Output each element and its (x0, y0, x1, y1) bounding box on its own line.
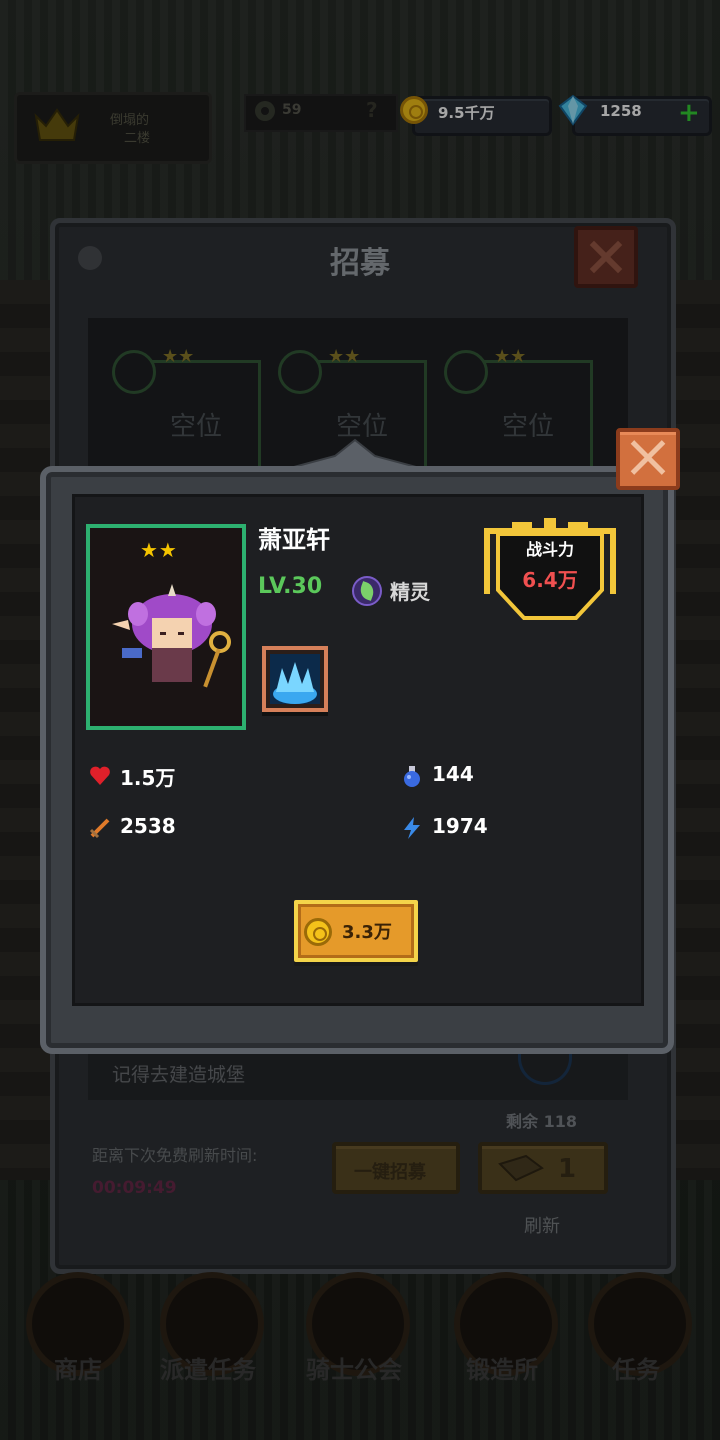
skill-slot[interactable] (262, 646, 328, 712)
hero-race: 精灵 (390, 580, 430, 604)
elf-race-icon (352, 576, 382, 606)
speed-value: 1974 (432, 814, 488, 838)
mana-potion-icon (404, 766, 420, 787)
water-skill-icon (270, 654, 320, 704)
hero-close-button[interactable] (616, 428, 680, 490)
hero-name: 萧亚轩 (258, 526, 330, 554)
panel-top-ornament (290, 438, 420, 468)
recruit-price: 3.3万 (342, 922, 392, 943)
combat-power-label: 战斗力 (525, 540, 574, 559)
lightning-icon (404, 817, 420, 839)
hp-value: 1.5万 (120, 766, 176, 790)
attack-value: 2538 (120, 814, 176, 838)
hero-stars: ★★ (140, 538, 178, 562)
hero-level: LV.30 (258, 574, 323, 599)
sword-icon (89, 818, 110, 839)
heart-icon (90, 766, 110, 785)
hero-sprite-icon (112, 584, 231, 688)
buy-coin-icon (304, 918, 332, 946)
mana-value: 144 (432, 762, 474, 786)
combat-power-value: 6.4万 (522, 568, 578, 592)
